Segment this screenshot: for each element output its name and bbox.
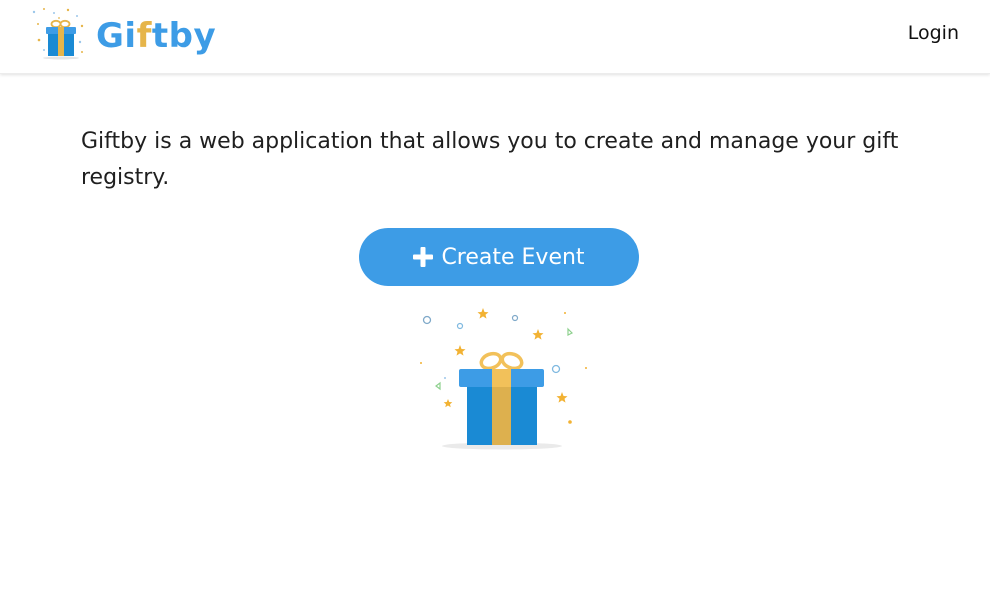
create-event-label: Create Event — [441, 244, 585, 270]
gift-icon — [32, 8, 84, 60]
plus-icon — [413, 247, 434, 267]
top-navbar: Giftby Login — [0, 0, 990, 74]
login-link[interactable]: Login — [908, 22, 959, 44]
gift-box-illustration — [420, 308, 587, 450]
intro-text: Giftby is a web application that allows … — [81, 129, 899, 190]
brand-logo-link[interactable]: Giftby — [30, 6, 216, 64]
brand-name-part3: tby — [151, 16, 217, 56]
brand-name-part1: Gi — [96, 16, 137, 56]
brand-name: Giftby — [96, 16, 216, 56]
create-event-button[interactable]: Create Event — [359, 228, 639, 286]
brand-name-part2: f — [136, 16, 152, 56]
